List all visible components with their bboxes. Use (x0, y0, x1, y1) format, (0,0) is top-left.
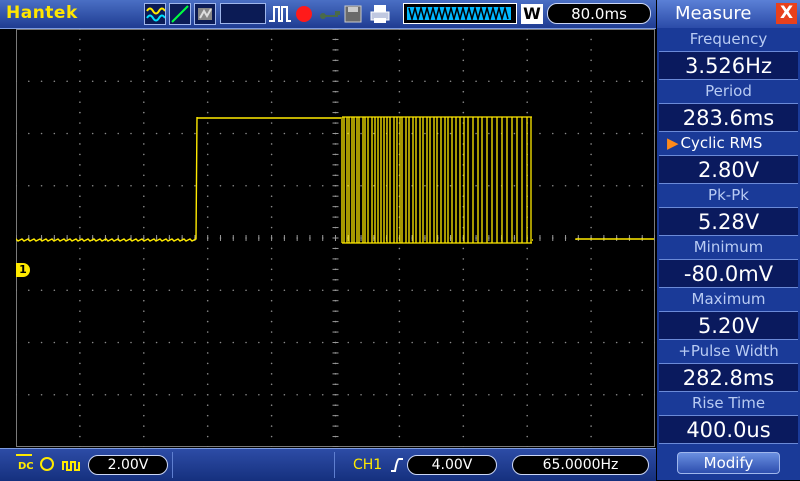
ch1-volts-div[interactable]: 2.00V (88, 455, 168, 475)
modify-button[interactable]: Modify (677, 452, 780, 474)
measure-value-pk-pk[interactable]: 5.28V (659, 207, 798, 236)
measure-value-maximum[interactable]: 5.20V (659, 311, 798, 340)
trigger-level[interactable]: 4.00V (407, 455, 497, 475)
waveform-mode-icon[interactable] (144, 3, 166, 25)
measure-value-period[interactable]: 283.6ms (659, 103, 798, 132)
probe-attenuation-icon[interactable] (40, 457, 54, 471)
measure-label-pulse-width: +Pulse Width (678, 342, 779, 360)
usb-icon (318, 3, 340, 25)
measure-panel-title: Measure (675, 3, 752, 24)
vector-display-icon[interactable] (169, 3, 191, 25)
frequency-counter: 65.0000Hz (512, 455, 649, 475)
memory-overview-bar[interactable] (403, 3, 517, 24)
measure-value-cyclic-rms[interactable]: 2.80V (659, 155, 798, 184)
save-disk-icon[interactable] (342, 3, 364, 25)
rising-edge-icon[interactable] (390, 457, 404, 477)
measure-value-rise-time[interactable]: 400.0us (659, 415, 798, 444)
brand-logo: Hantek (6, 3, 78, 23)
measure-label-minimum: Minimum (693, 238, 764, 256)
bandwidth-limit-icon[interactable] (62, 457, 82, 477)
timebase-readout[interactable]: 80.0ms (547, 3, 651, 24)
measure-label-maximum: Maximum (691, 290, 766, 308)
measure-value-pulse-width[interactable]: 282.8ms (659, 363, 798, 392)
measure-label-period: Period (705, 82, 752, 100)
bottom-divider-2 (334, 452, 335, 478)
measure-value-frequency[interactable]: 3.526Hz (659, 51, 798, 80)
measure-label-frequency: Frequency (689, 30, 768, 48)
measure-value-minimum[interactable]: -80.0mV (659, 259, 798, 288)
persistence-icon[interactable] (194, 3, 216, 25)
zoom-window-button[interactable]: W (521, 4, 543, 24)
waveform-display[interactable]: 1 (16, 29, 655, 447)
bottom-divider-1 (172, 452, 173, 478)
channel-1-ground-marker[interactable]: 1 (16, 263, 30, 277)
acquire-status-box (220, 3, 266, 24)
dc-coupling-text-icon: DC (18, 461, 34, 472)
pulse-trigger-icon[interactable] (268, 3, 291, 25)
measure-panel-header: Measure X (657, 0, 800, 28)
measure-label-pk-pk: Pk-Pk (708, 186, 749, 204)
bottom-status-bar: DC 2.00V CH1 4.00V 65.0000Hz (0, 448, 656, 481)
measure-label-rise-time: Rise Time (691, 394, 766, 412)
top-status-bar: Hantek W 80.0ms (0, 0, 656, 29)
measure-label-cyclic-rms-text: Cyclic RMS (680, 134, 763, 152)
close-button[interactable]: X (776, 3, 797, 24)
measure-label-cyclic-rms: ▶ Cyclic RMS (659, 133, 798, 153)
measure-panel: Measure X Frequency 3.526Hz Period 283.6… (657, 0, 800, 480)
printer-icon[interactable] (369, 3, 391, 25)
selected-arrow-icon: ▶ (667, 134, 679, 152)
record-icon[interactable] (296, 6, 312, 22)
trigger-channel-label: CH1 (353, 457, 383, 473)
waveform-grid (16, 29, 655, 447)
